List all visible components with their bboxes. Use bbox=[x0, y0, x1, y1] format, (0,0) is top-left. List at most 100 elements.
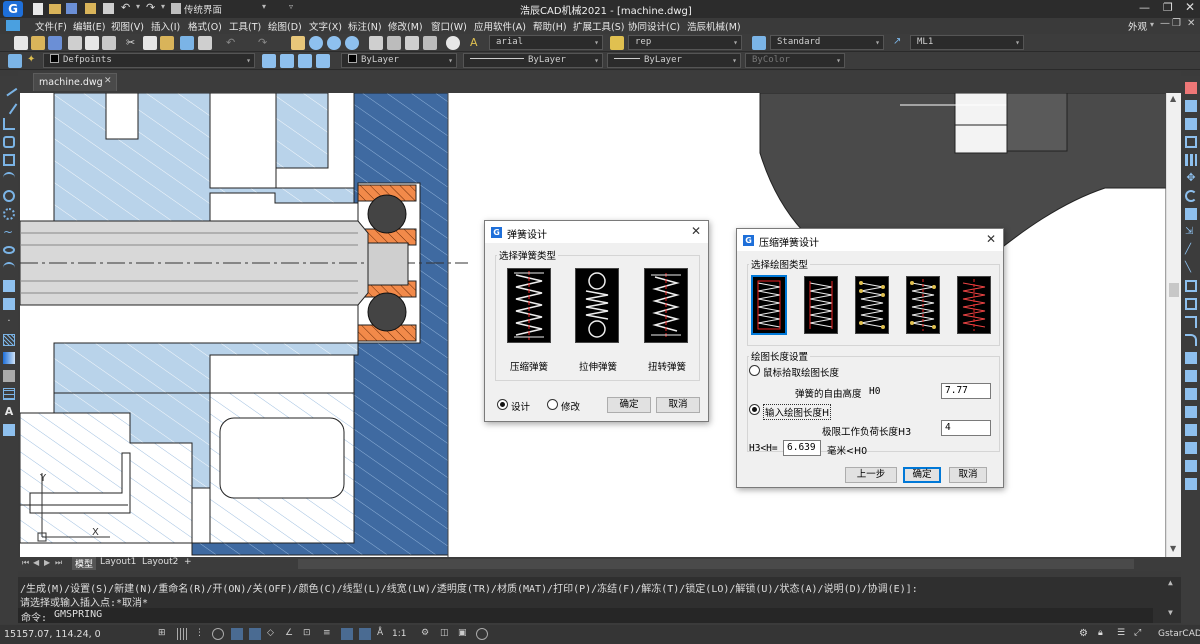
menu-dimension[interactable]: 标注(N) bbox=[348, 19, 382, 33]
align-icon[interactable] bbox=[1185, 424, 1197, 436]
move-icon[interactable]: ✥ bbox=[1185, 172, 1197, 184]
compression-spring-thumb[interactable] bbox=[507, 268, 551, 343]
appearance-menu[interactable]: 外观 bbox=[1128, 19, 1147, 33]
help-icon[interactable] bbox=[446, 36, 460, 50]
pan-icon[interactable] bbox=[291, 36, 305, 50]
menu-apps[interactable]: 应用软件(A) bbox=[474, 19, 526, 33]
isolate-icon[interactable]: ◫ bbox=[440, 628, 452, 640]
menu-modify[interactable]: 修改(M) bbox=[388, 19, 423, 33]
layout-nav-first[interactable]: ⏮ bbox=[22, 558, 29, 568]
rotate-icon[interactable] bbox=[1185, 190, 1197, 202]
mtext-icon[interactable]: A bbox=[3, 406, 15, 418]
draworder-icon[interactable] bbox=[1185, 370, 1197, 382]
settings-gear-icon[interactable]: ⚙ bbox=[1079, 628, 1091, 640]
menu-ext-tools[interactable]: 扩展工具(S) bbox=[573, 19, 624, 33]
properties-icon[interactable] bbox=[369, 36, 383, 50]
lineweight-combo[interactable]: ByLayer ▾ bbox=[607, 53, 741, 68]
quick-saveas-icon[interactable] bbox=[85, 3, 96, 14]
draw-type-1-thumb[interactable] bbox=[751, 275, 787, 335]
text-style-combo[interactable]: arial ▾ bbox=[489, 35, 603, 50]
dim-style-combo[interactable]: rep ▾ bbox=[628, 35, 742, 50]
table-icon[interactable] bbox=[3, 388, 15, 400]
lock-icon[interactable]: 🔒︎ bbox=[1098, 628, 1110, 640]
quick-open-icon[interactable] bbox=[49, 4, 61, 14]
redo-icon[interactable]: ↷ bbox=[146, 1, 155, 14]
circle-icon[interactable] bbox=[3, 190, 15, 202]
lineweight-icon[interactable]: ≡ bbox=[323, 628, 335, 640]
print-icon[interactable] bbox=[68, 36, 82, 50]
object-snap-track-icon[interactable]: ∠ bbox=[285, 628, 297, 640]
selection-cycling-icon[interactable] bbox=[359, 628, 371, 640]
workspace-dropdown-icon[interactable]: ▾ bbox=[262, 2, 266, 11]
mleader-style-combo[interactable]: ML1 ▾ bbox=[910, 35, 1024, 50]
extension-spring-label[interactable]: 拉伸弹簧 bbox=[579, 359, 617, 373]
option-input-radio[interactable] bbox=[749, 404, 760, 415]
undo-icon[interactable]: ↶ bbox=[121, 1, 130, 14]
group-icon[interactable] bbox=[1185, 460, 1197, 472]
polygon-icon[interactable] bbox=[3, 136, 15, 148]
rectangle-icon[interactable] bbox=[3, 154, 15, 166]
color-combo[interactable]: ByLayer ▾ bbox=[341, 53, 457, 68]
horizontal-scrollbar[interactable] bbox=[298, 559, 1134, 569]
express-icon[interactable] bbox=[1185, 478, 1197, 490]
preview-icon[interactable] bbox=[85, 36, 99, 50]
publish-icon[interactable] bbox=[102, 36, 116, 50]
layer-previous-icon[interactable] bbox=[262, 54, 276, 68]
tab-layout2[interactable]: Layout2 bbox=[142, 557, 178, 567]
ortho-icon[interactable] bbox=[231, 628, 243, 640]
layout-nav-next[interactable]: ▶ bbox=[44, 558, 50, 567]
doc-tab-machine[interactable]: machine.dwg ✕ bbox=[33, 73, 117, 91]
appearance-dropdown-icon[interactable]: ▾ bbox=[1150, 20, 1154, 29]
compress-dialog-close-icon[interactable]: ✕ bbox=[986, 232, 996, 246]
spring-ok-button[interactable]: 确定 bbox=[607, 397, 651, 413]
isodraft-icon[interactable]: ◇ bbox=[267, 628, 279, 640]
copy-icon[interactable] bbox=[143, 36, 157, 50]
command-input[interactable]: GMSPRING bbox=[54, 609, 102, 620]
layout-nav-last[interactable]: ⏭ bbox=[55, 558, 62, 568]
menu-mech[interactable]: 浩辰机械(M) bbox=[687, 19, 741, 33]
option-mouse-radio[interactable] bbox=[749, 365, 760, 376]
workspace-switch-icon[interactable]: ⚙ bbox=[421, 628, 433, 640]
zoom-realtime-icon[interactable] bbox=[309, 36, 323, 50]
infer-icon[interactable] bbox=[212, 628, 224, 640]
app-logo-icon[interactable]: G bbox=[3, 1, 23, 17]
array-icon[interactable] bbox=[1185, 154, 1197, 166]
transparency-icon[interactable] bbox=[341, 628, 353, 640]
scroll-up-icon[interactable]: ▲ bbox=[1170, 94, 1176, 103]
cut-icon[interactable]: ✂ bbox=[126, 36, 140, 50]
menu-help[interactable]: 帮助(H) bbox=[533, 19, 567, 33]
polyline-icon[interactable] bbox=[3, 118, 15, 130]
arc-icon[interactable] bbox=[3, 172, 15, 184]
hardware-accel-icon[interactable]: ▣ bbox=[458, 628, 470, 640]
tool-palette-icon[interactable] bbox=[405, 36, 419, 50]
mode-modify-radio[interactable] bbox=[547, 399, 558, 410]
layout-nav-prev[interactable]: ◀ bbox=[33, 558, 39, 567]
properties-status-icon[interactable]: ☰ bbox=[1117, 628, 1129, 640]
explode-icon[interactable] bbox=[1185, 352, 1197, 364]
model-space-icon[interactable]: ⊞ bbox=[158, 628, 170, 640]
menu-tools[interactable]: 工具(T) bbox=[229, 19, 261, 33]
snap-icon[interactable]: ⋮ bbox=[195, 628, 207, 640]
compression-spring-label[interactable]: 压缩弹簧 bbox=[510, 359, 548, 373]
menu-view[interactable]: 视图(V) bbox=[111, 19, 144, 33]
draw-type-3-thumb[interactable] bbox=[855, 276, 889, 334]
new-icon[interactable] bbox=[14, 36, 28, 50]
command-scroll-up[interactable]: ▲ bbox=[1168, 578, 1173, 587]
stretch-icon[interactable]: ⇲ bbox=[1185, 226, 1197, 238]
clean-screen-icon[interactable] bbox=[476, 628, 488, 640]
close-button[interactable]: ✕ bbox=[1185, 0, 1195, 14]
draw-type-2-thumb[interactable] bbox=[804, 276, 838, 334]
vertical-scrollbar[interactable]: ▲ ▼ bbox=[1166, 93, 1181, 557]
copy-object-icon[interactable] bbox=[1185, 100, 1197, 112]
extend-icon[interactable]: ╲ bbox=[1185, 262, 1197, 274]
layer-manager-icon[interactable] bbox=[8, 54, 22, 68]
gradient-icon[interactable] bbox=[3, 352, 15, 364]
torsion-spring-thumb[interactable] bbox=[644, 268, 688, 343]
zoom-window-icon[interactable] bbox=[327, 36, 341, 50]
layer-walk-icon[interactable] bbox=[316, 54, 330, 68]
torsion-spring-label[interactable]: 扭转弹簧 bbox=[648, 359, 686, 373]
toolbar-undo-icon[interactable]: ↶ bbox=[226, 36, 235, 49]
scroll-thumb[interactable] bbox=[1169, 283, 1179, 297]
free-height-field[interactable]: 7.77 bbox=[941, 383, 991, 399]
layer-isolate-icon[interactable] bbox=[280, 54, 294, 68]
